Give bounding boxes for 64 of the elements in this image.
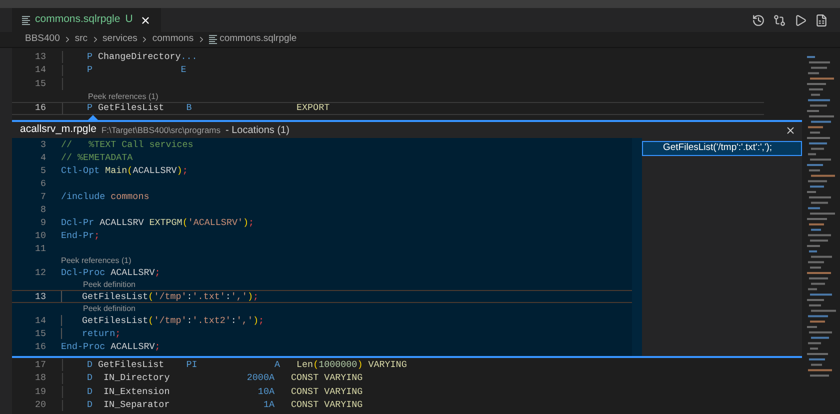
line-number: 17 <box>34 358 46 372</box>
code-line: GetFilesList('/tmp':'.txt':','); <box>82 290 258 304</box>
line-number: 8 <box>39 202 46 216</box>
line-number: 16 <box>34 340 46 354</box>
code-line: End-Proc ACALLSRV; <box>61 340 160 354</box>
tab-title: commons.sqlrpgle <box>35 12 120 28</box>
code-line: P ChangeDirectory... <box>87 50 198 64</box>
line-number: 13 <box>34 50 46 64</box>
line-number: 19 <box>34 384 46 399</box>
code-line: /include commons <box>61 190 150 204</box>
code-line: GetFilesList('/tmp':'.txt2':','); <box>82 314 264 328</box>
line-number: 13 <box>34 290 46 304</box>
code-lens-link[interactable]: Peek references (1) <box>46 256 132 266</box>
play-icon[interactable] <box>794 14 807 26</box>
line-number: 9 <box>39 216 46 230</box>
code-line: return; <box>82 326 121 340</box>
line-number: 3 <box>39 138 46 152</box>
line-number: 11 <box>34 242 46 256</box>
code-line: // %TEXT Call services <box>61 138 194 152</box>
line-number: 18 <box>34 371 46 386</box>
code-line: P E <box>87 63 186 78</box>
line-number: 5 <box>39 164 46 178</box>
breadcrumb-item[interactable]: commons.sqlrpgle <box>220 32 297 47</box>
code-line: End-Pr; <box>61 228 100 242</box>
breadcrumb-item[interactable]: commons <box>152 32 194 47</box>
line-number: 6 <box>39 176 46 190</box>
code-lens-link[interactable]: Peek definition <box>46 280 136 290</box>
line-number: 16 <box>34 101 46 116</box>
breadcrumb-item[interactable]: src <box>74 32 88 47</box>
peek-file-path: F:\Target\BBS400\src\programs <box>101 124 220 136</box>
git-status-label: U <box>125 12 133 28</box>
code-line: Dcl-Proc ACALLSRV; <box>61 266 160 280</box>
code-line: D IN_Directory 2000A CONST VARYING <box>87 371 363 386</box>
file-lines-icon <box>208 35 217 44</box>
code-line: Ctl-Opt Main(ACALLSRV); <box>61 164 188 178</box>
code-line: Dcl-Pr ACALLSRV EXTPGM('ACALLSRV'); <box>61 216 254 230</box>
line-number: 7 <box>39 190 46 204</box>
code-line: P GetFilesList B EXPORT <box>87 101 330 116</box>
line-number: 12 <box>34 266 46 280</box>
line-number: 15 <box>34 76 46 91</box>
close-icon[interactable] <box>140 14 151 26</box>
code-line: D GetFilesList PI A Len(1000000) VARYING <box>87 358 407 372</box>
breadcrumb-item[interactable]: BBS400 <box>25 32 60 47</box>
line-number: 14 <box>34 63 46 78</box>
breadcrumb-item[interactable]: services <box>102 32 138 47</box>
peek-file-name: acallsrv_m.rpgle <box>20 122 96 138</box>
line-number: 15 <box>34 326 46 340</box>
code-line: // %EMETADATA <box>61 150 133 164</box>
code-line: D IN_Extension 10A CONST VARYING <box>87 384 363 399</box>
code-lens-link[interactable]: Peek definition <box>46 304 136 314</box>
line-number: 20 <box>34 398 46 412</box>
peek-title: - Locations (1) <box>226 124 290 138</box>
code-lens-link[interactable]: Peek references (1) <box>46 92 158 102</box>
history-icon[interactable] <box>752 14 765 26</box>
close-icon[interactable] <box>785 124 796 136</box>
compare-icon[interactable] <box>773 14 786 26</box>
location-item[interactable]: GetFilesList('/tmp':'.txt':','); <box>642 141 802 156</box>
file-lines-icon <box>22 16 30 24</box>
line-number: 10 <box>34 228 46 242</box>
code-line: D IN_Separator 1A CONST VARYING <box>87 398 363 412</box>
document-icon[interactable] <box>815 14 828 26</box>
line-number: 14 <box>34 314 46 328</box>
line-number: 4 <box>39 150 46 164</box>
editor-tab[interactable]: commons.sqlrpgle U <box>12 8 161 32</box>
